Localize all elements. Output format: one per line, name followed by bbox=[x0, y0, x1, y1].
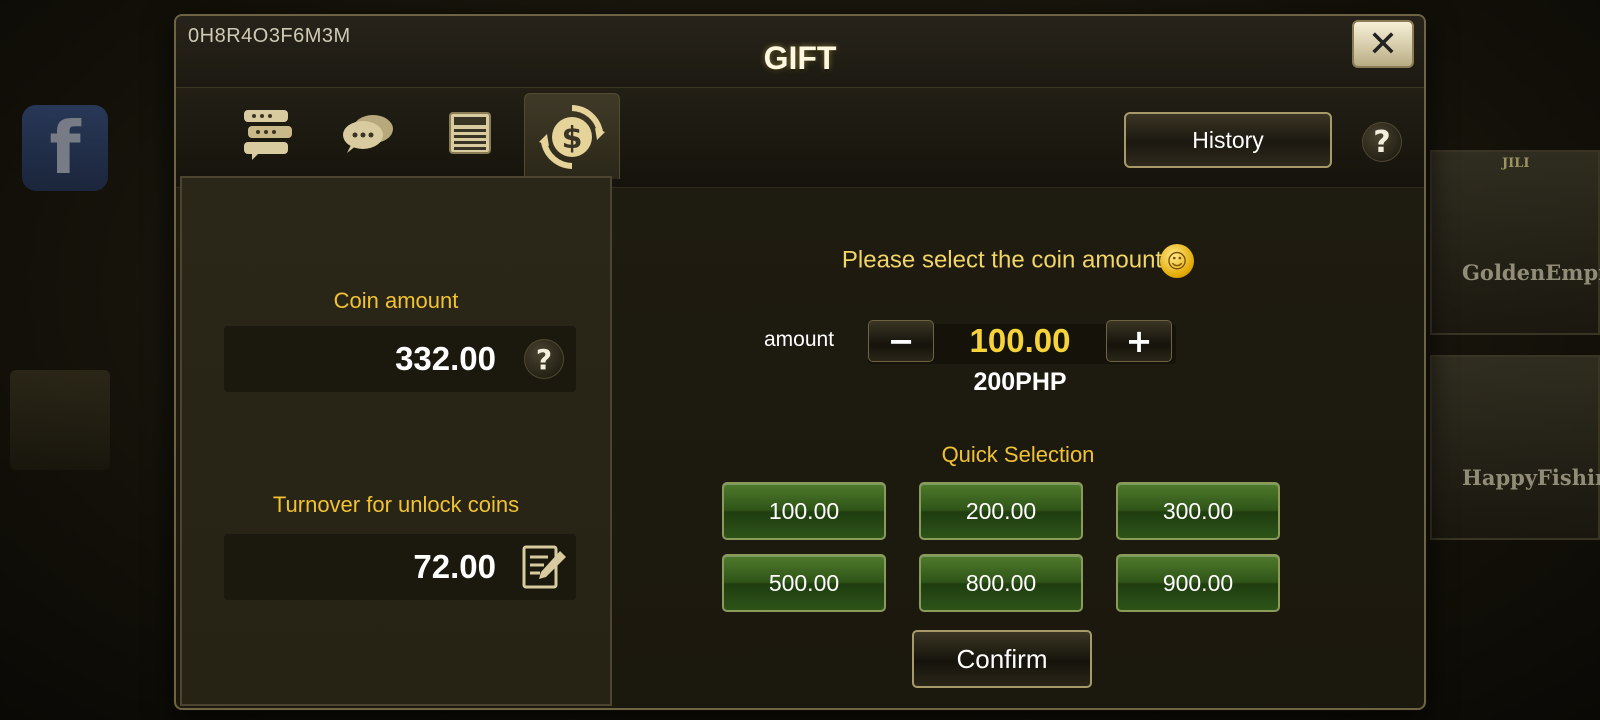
coin-amount-value: 332.00 bbox=[395, 340, 496, 377]
game-label: HappyFishin bbox=[1462, 465, 1600, 490]
quick-option-button[interactable]: 300.00 bbox=[1116, 482, 1280, 540]
tab-news[interactable] bbox=[422, 93, 518, 173]
balance-panel: Coin amount 332.00 ? Turnover for unlock… bbox=[180, 176, 612, 706]
turnover-value: 72.00 bbox=[413, 548, 496, 585]
close-button[interactable]: ✕ bbox=[1352, 20, 1414, 68]
prompt-text: Please select the coin amount bbox=[841, 246, 1163, 274]
tab-coin-transfer[interactable]: $ bbox=[524, 93, 620, 179]
quick-option-button[interactable]: 900.00 bbox=[1116, 554, 1280, 612]
increase-amount-button[interactable]: + bbox=[1106, 320, 1172, 362]
turnover-box: 72.00 bbox=[224, 534, 576, 600]
announcement-icon bbox=[244, 110, 292, 160]
game-label: GoldenEmpi bbox=[1462, 260, 1600, 285]
coin-amount-label: Coin amount bbox=[333, 288, 459, 313]
help-button[interactable]: ? bbox=[1362, 122, 1402, 162]
quick-option-button[interactable]: 800.00 bbox=[919, 554, 1083, 612]
quick-option-button[interactable]: 500.00 bbox=[722, 554, 886, 612]
news-icon bbox=[449, 112, 491, 154]
question-icon: ? bbox=[535, 342, 553, 376]
close-icon: ✕ bbox=[1367, 23, 1399, 65]
select-amount-prompt: Please select the coin amount ☺ bbox=[612, 244, 1424, 278]
facebook-icon: f bbox=[22, 105, 108, 191]
quick-option-button[interactable]: 200.00 bbox=[919, 482, 1083, 540]
game-thumbnail-golden-empire[interactable]: JILI GoldenEmpi bbox=[1430, 150, 1600, 335]
chat-bubbles-icon bbox=[343, 115, 393, 153]
turnover-label: Turnover for unlock coins bbox=[272, 492, 520, 517]
amount-value[interactable]: 100.00 bbox=[934, 322, 1106, 360]
coin-amount-box: 332.00 ? bbox=[224, 326, 576, 392]
coin-help-button[interactable]: ? bbox=[524, 339, 564, 379]
tab-bar: $ History ? bbox=[176, 88, 1424, 188]
minus-icon: − bbox=[887, 322, 915, 360]
decrease-amount-button[interactable]: − bbox=[868, 320, 934, 362]
tab-chat[interactable] bbox=[320, 93, 416, 173]
php-equivalent: 200PHP bbox=[973, 368, 1067, 396]
plus-icon: + bbox=[1125, 322, 1153, 360]
coin-emoji-icon: ☺ bbox=[1160, 244, 1195, 278]
tab-announcement[interactable] bbox=[220, 93, 316, 173]
confirm-button[interactable]: Confirm bbox=[912, 630, 1092, 688]
quick-option-button[interactable]: 100.00 bbox=[722, 482, 886, 540]
gift-dialog: 0H8R4O3F6M3M GIFT ✕ $ History ? Coin amo… bbox=[174, 14, 1426, 710]
lobby-banner bbox=[10, 370, 110, 470]
coin-transfer-icon: $ bbox=[539, 104, 605, 169]
quick-selection-label: Quick Selection bbox=[941, 442, 1095, 467]
edit-icon[interactable] bbox=[520, 543, 568, 591]
history-button[interactable]: History bbox=[1124, 112, 1332, 168]
dialog-title: GIFT bbox=[763, 40, 837, 76]
provider-label: JILI bbox=[1502, 156, 1530, 171]
help-icon: ? bbox=[1373, 124, 1391, 160]
amount-label: amount bbox=[764, 328, 835, 351]
svg-text:$: $ bbox=[562, 121, 583, 156]
gift-form: Please select the coin amount ☺ amount − … bbox=[612, 176, 1424, 706]
game-thumbnail-happy-fishing[interactable]: HappyFishin bbox=[1430, 355, 1600, 540]
dialog-header: 0H8R4O3F6M3M GIFT ✕ bbox=[176, 16, 1424, 88]
